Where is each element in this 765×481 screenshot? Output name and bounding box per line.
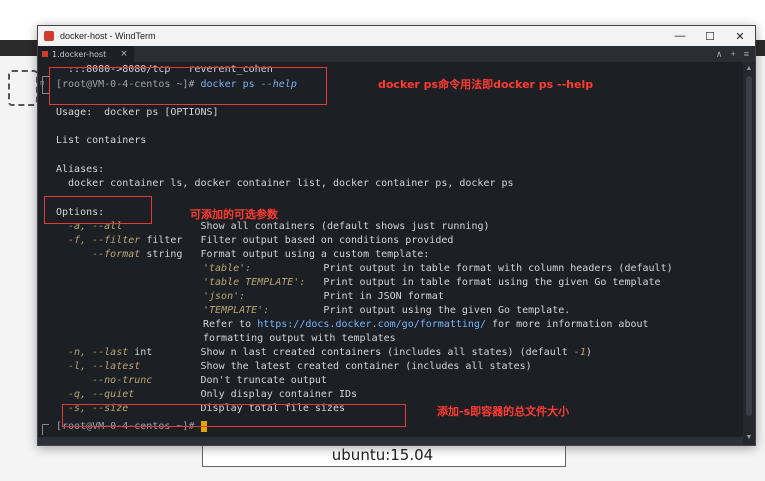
option-pad — [134, 389, 200, 400]
aliases-line: docker container ls, docker container li… — [56, 178, 514, 189]
maximize-button[interactable]: ☐ — [695, 26, 725, 46]
title-bar[interactable]: docker-host - WindTerm — ☐ ✕ — [38, 26, 755, 46]
format-line: 'table': Print output in table format wi… — [203, 262, 673, 276]
option-flag: --no-trunc — [56, 375, 153, 386]
description-line: List containers — [56, 135, 147, 146]
annotation-box-command — [49, 67, 327, 105]
option-desc: Only display container IDs — [200, 389, 358, 400]
tab-close-icon[interactable]: × — [120, 49, 128, 59]
annotation-note-options: 可添加的可选参数 — [190, 208, 278, 221]
format-line: 'json': Print in JSON format — [203, 290, 444, 304]
refer-prefix: Refer to — [203, 319, 258, 330]
option-pad — [182, 249, 200, 260]
annotation-box-size — [62, 404, 406, 427]
option-flag: -n, --last — [56, 347, 129, 358]
option-flag: -l, --latest — [56, 361, 141, 372]
window-controls: — ☐ ✕ — [665, 26, 755, 46]
new-tab-icon[interactable]: + — [730, 49, 735, 59]
option-desc: Show n last created containers (includes… — [200, 347, 574, 358]
tab-label: 1.docker-host — [52, 49, 107, 59]
windterm-app-icon — [44, 31, 54, 41]
refer-suffix: for more information about — [485, 319, 649, 330]
aliases-title: Aliases: — [56, 164, 105, 175]
option-default-value: -1 — [573, 347, 586, 358]
option-pad — [182, 235, 200, 246]
option-pad — [152, 347, 200, 358]
usage-line: Usage: docker ps [OPTIONS] — [56, 107, 219, 118]
format-line: 'table TEMPLATE': Print output in table … — [203, 276, 661, 290]
format-key: 'table TEMPLATE': — [203, 277, 306, 288]
tab-menu-icon[interactable]: ≡ — [744, 49, 749, 59]
option-desc: Don't truncate output — [200, 375, 327, 386]
format-value: Print output in table format using the g… — [323, 277, 661, 288]
option-line: -l, --latest Show the latest created con… — [56, 360, 532, 374]
option-flag: --format — [56, 249, 141, 260]
refer-line-2: formatting output with templates — [203, 333, 396, 344]
background-ubuntu-label: ubuntu:15.04 — [331, 446, 434, 464]
terminal-status-strip — [38, 437, 743, 445]
fold-marker-icon[interactable]: ⊟ — [40, 79, 44, 87]
format-key: 'table': — [203, 263, 252, 274]
option-pad — [140, 361, 200, 372]
scroll-down-icon[interactable]: ▼ — [743, 433, 755, 443]
option-line: --no-trunc Don't truncate output — [56, 374, 327, 388]
format-key: 'json': — [203, 291, 246, 302]
option-flag: -q, --quiet — [56, 389, 135, 400]
option-arg: filter — [140, 235, 183, 246]
scroll-thumb[interactable] — [746, 76, 752, 416]
docs-link[interactable]: https://docs.docker.com/go/formatting/ — [257, 319, 486, 330]
option-desc: Filter output based on conditions provid… — [200, 235, 454, 246]
option-desc: Show the latest created container (inclu… — [200, 361, 532, 372]
option-desc-end: ) — [585, 347, 592, 358]
format-pad — [251, 263, 323, 274]
option-arg: int — [128, 347, 153, 358]
scroll-up-icon[interactable]: ▲ — [743, 64, 755, 74]
tab-docker-host[interactable]: 1.docker-host × — [38, 46, 134, 62]
format-pad — [269, 305, 323, 316]
vertical-scrollbar[interactable]: ▲ ▼ — [743, 62, 755, 445]
format-line: 'TEMPLATE': Print output using the given… — [203, 304, 570, 318]
option-desc: Show all containers (default shows just … — [200, 221, 490, 232]
option-line: -q, --quiet Only display container IDs — [56, 388, 357, 402]
option-arg: string — [140, 249, 183, 260]
option-line: -n, --last int Show n last created conta… — [56, 346, 592, 360]
annotation-box-options — [44, 196, 152, 224]
option-pad — [152, 375, 200, 386]
annotation-note-usage: docker ps命令用法即docker ps --help — [378, 78, 594, 91]
minimize-button[interactable]: — — [665, 26, 695, 46]
format-key: 'TEMPLATE': — [203, 305, 270, 316]
window-title: docker-host - WindTerm — [60, 31, 156, 41]
tab-tools: ∧ + ≡ — [716, 46, 749, 62]
option-line: -f, --filter filter Filter output based … — [56, 234, 453, 248]
option-line: --format string Format output using a cu… — [56, 248, 429, 262]
tab-bar: 1.docker-host × ∧ + ≡ — [38, 46, 755, 62]
format-value: Print output using the given Go template… — [323, 305, 571, 316]
terminal-output[interactable]: ⊟ :::8080->8080/tcp reverent_cohen [root… — [38, 62, 743, 445]
option-desc: Format output using a custom template: — [200, 249, 430, 260]
fold-bracket — [42, 424, 49, 435]
background-dashed-shape — [8, 70, 38, 106]
refer-line: Refer to https://docs.docker.com/go/form… — [203, 318, 649, 332]
tab-list-up-icon[interactable]: ∧ — [716, 49, 723, 60]
format-pad — [245, 291, 323, 302]
close-button[interactable]: ✕ — [725, 26, 755, 46]
format-value: Print in JSON format — [323, 291, 444, 302]
format-value: Print output in table format with column… — [323, 263, 673, 274]
session-icon — [42, 51, 48, 57]
format-pad — [305, 277, 323, 288]
option-flag: -f, --filter — [56, 235, 141, 246]
annotation-note-size: 添加-s即容器的总文件大小 — [437, 405, 570, 418]
